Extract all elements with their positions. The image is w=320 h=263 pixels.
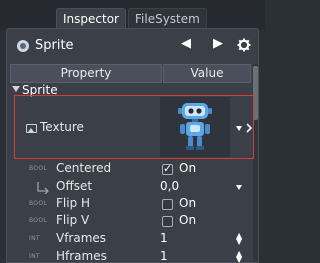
robot-sprite-image xyxy=(178,103,212,150)
hframes-spinner-icon[interactable]: ▲ ▼ xyxy=(236,250,242,263)
back-arrow-icon[interactable]: ◀ xyxy=(181,36,191,51)
node-icon xyxy=(17,40,29,52)
tab-inspector[interactable]: Inspector xyxy=(56,8,126,28)
texture-expand-chevron-icon[interactable] xyxy=(246,123,252,133)
property-row-centered[interactable]: BOOL Centered On xyxy=(3,161,244,177)
property-table-header: Property Value xyxy=(10,64,251,83)
column-header-value[interactable]: Value xyxy=(163,64,251,83)
type-badge: BOOL xyxy=(29,200,47,207)
texture-preview[interactable] xyxy=(160,97,230,157)
texture-label: Texture xyxy=(40,120,84,134)
flip-v-checkbox[interactable] xyxy=(162,216,173,227)
property-value[interactable]: 1 xyxy=(160,249,168,263)
property-value: On xyxy=(179,161,197,175)
property-row-offset[interactable]: Offset 0,0 xyxy=(3,179,244,195)
property-label: Hframes xyxy=(56,249,107,263)
property-label: Flip H xyxy=(56,196,91,210)
flip-h-checkbox[interactable] xyxy=(162,199,173,210)
forward-arrow-icon[interactable]: ▶ xyxy=(213,36,223,51)
property-value[interactable]: 1 xyxy=(160,231,168,245)
property-value: On xyxy=(179,213,197,227)
vertical-scrollbar[interactable] xyxy=(253,64,258,262)
tab-filesystem[interactable]: FileSystem xyxy=(128,8,207,28)
type-badge: INT xyxy=(29,253,40,260)
property-label: Vframes xyxy=(56,231,107,245)
offset-dropdown-arrow-icon[interactable] xyxy=(236,185,242,190)
property-row-flip-v[interactable]: BOOL Flip V On xyxy=(3,213,244,229)
column-header-property[interactable]: Property xyxy=(10,64,162,83)
property-value: On xyxy=(179,196,197,210)
property-row-vframes[interactable]: INT Vframes 1 ▲ ▼ xyxy=(3,231,244,247)
dock-tab-bar: Inspector FileSystem xyxy=(0,0,265,30)
object-header: Sprite ◀ ▶ xyxy=(7,29,258,63)
property-label: Flip V xyxy=(56,213,90,227)
property-row-flip-h[interactable]: BOOL Flip H On xyxy=(3,196,244,212)
type-badge: BOOL xyxy=(29,165,47,172)
texture-dropdown-arrow-icon[interactable] xyxy=(236,126,242,131)
collapse-arrow-icon[interactable] xyxy=(12,86,20,92)
property-row-hframes[interactable]: INT Hframes 1 ▲ ▼ xyxy=(3,249,244,263)
property-value: 0,0 xyxy=(160,179,180,193)
property-label: Offset xyxy=(56,179,93,193)
image-icon xyxy=(26,124,37,133)
type-badge: BOOL xyxy=(29,217,47,224)
object-title: Sprite xyxy=(35,38,74,53)
vector2-icon xyxy=(37,182,49,194)
property-label: Centered xyxy=(56,161,112,175)
centered-checkbox[interactable] xyxy=(162,162,173,175)
gear-icon[interactable] xyxy=(237,38,251,52)
vframes-spinner-icon[interactable]: ▲ ▼ xyxy=(236,232,242,246)
type-badge: INT xyxy=(29,235,40,242)
